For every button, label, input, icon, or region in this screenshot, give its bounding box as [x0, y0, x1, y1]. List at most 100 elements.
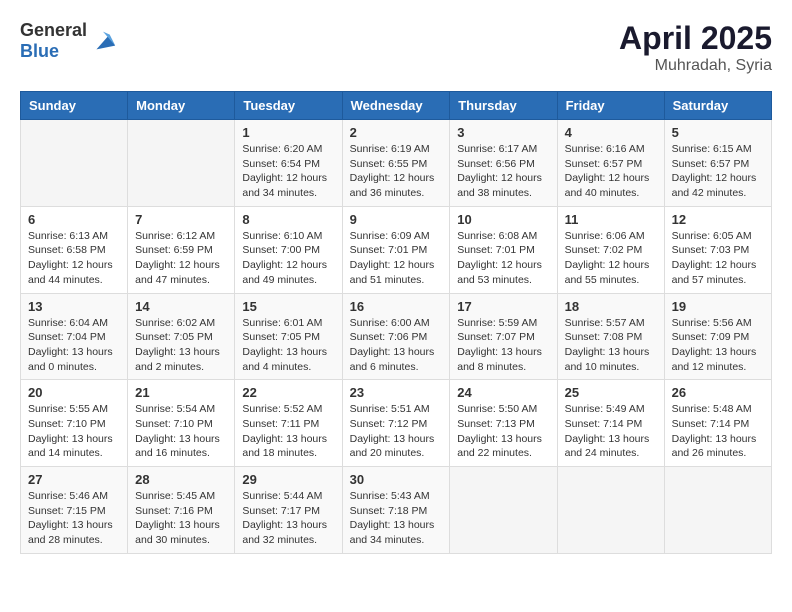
- calendar-cell: 17 Sunrise: 5:59 AM Sunset: 7:07 PM Dayli…: [450, 293, 557, 380]
- day-info: Sunrise: 5:59 AM Sunset: 7:07 PM Dayligh…: [457, 316, 549, 375]
- day-info: Sunrise: 6:19 AM Sunset: 6:55 PM Dayligh…: [350, 142, 443, 201]
- day-number: 29: [242, 472, 334, 487]
- calendar-cell: 26 Sunrise: 5:48 AM Sunset: 7:14 PM Dayli…: [664, 380, 771, 467]
- calendar-week-row: 6 Sunrise: 6:13 AM Sunset: 6:58 PM Daylig…: [21, 206, 772, 293]
- calendar-cell: 15 Sunrise: 6:01 AM Sunset: 7:05 PM Dayli…: [235, 293, 342, 380]
- calendar-cell: [21, 120, 128, 207]
- calendar-cell: 10 Sunrise: 6:08 AM Sunset: 7:01 PM Dayli…: [450, 206, 557, 293]
- day-number: 3: [457, 125, 549, 140]
- month-title: April 2025: [619, 20, 772, 57]
- location-title: Muhradah, Syria: [619, 57, 772, 75]
- day-number: 1: [242, 125, 334, 140]
- calendar-cell: [128, 120, 235, 207]
- day-info: Sunrise: 5:51 AM Sunset: 7:12 PM Dayligh…: [350, 402, 443, 461]
- day-info: Sunrise: 6:05 AM Sunset: 7:03 PM Dayligh…: [672, 229, 764, 288]
- day-info: Sunrise: 6:17 AM Sunset: 6:56 PM Dayligh…: [457, 142, 549, 201]
- day-info: Sunrise: 5:52 AM Sunset: 7:11 PM Dayligh…: [242, 402, 334, 461]
- calendar-cell: 16 Sunrise: 6:00 AM Sunset: 7:06 PM Dayli…: [342, 293, 450, 380]
- calendar-cell: 23Sunrise: 5:51 AM Sunset: 7:12 PM Dayli…: [342, 380, 450, 467]
- day-info: Sunrise: 5:48 AM Sunset: 7:14 PM Dayligh…: [672, 402, 764, 461]
- day-info: Sunrise: 5:43 AM Sunset: 7:18 PM Dayligh…: [350, 489, 443, 548]
- day-number: 27: [28, 472, 120, 487]
- calendar-table: SundayMondayTuesdayWednesdayThursdayFrid…: [20, 91, 772, 554]
- day-number: 12: [672, 212, 764, 227]
- calendar-cell: 9 Sunrise: 6:09 AM Sunset: 7:01 PM Daylig…: [342, 206, 450, 293]
- day-number: 9: [350, 212, 443, 227]
- day-number: 6: [28, 212, 120, 227]
- day-info: Sunrise: 5:57 AM Sunset: 7:08 PM Dayligh…: [565, 316, 657, 375]
- weekday-header-sunday: Sunday: [21, 92, 128, 120]
- weekday-header-friday: Friday: [557, 92, 664, 120]
- calendar-week-row: 13 Sunrise: 6:04 AM Sunset: 7:04 PM Dayli…: [21, 293, 772, 380]
- day-number: 21: [135, 385, 227, 400]
- calendar-cell: 11 Sunrise: 6:06 AM Sunset: 7:02 PM Dayli…: [557, 206, 664, 293]
- calendar-cell: 21 Sunrise: 5:54 AM Sunset: 7:10 PM Dayli…: [128, 380, 235, 467]
- page-header: General Blue April 2025 Muhradah, Syria: [20, 20, 772, 75]
- calendar-cell: 28Sunrise: 5:45 AM Sunset: 7:16 PM Dayli…: [128, 467, 235, 554]
- day-number: 28: [135, 472, 227, 487]
- day-info: Sunrise: 6:04 AM Sunset: 7:04 PM Dayligh…: [28, 316, 120, 375]
- day-info: Sunrise: 5:50 AM Sunset: 7:13 PM Dayligh…: [457, 402, 549, 461]
- calendar-cell: 8Sunrise: 6:10 AM Sunset: 7:00 PM Daylig…: [235, 206, 342, 293]
- weekday-header-tuesday: Tuesday: [235, 92, 342, 120]
- day-info: Sunrise: 5:55 AM Sunset: 7:10 PM Dayligh…: [28, 402, 120, 461]
- calendar-cell: 25 Sunrise: 5:49 AM Sunset: 7:14 PM Dayli…: [557, 380, 664, 467]
- day-info: Sunrise: 6:06 AM Sunset: 7:02 PM Dayligh…: [565, 229, 657, 288]
- calendar-cell: 4 Sunrise: 6:16 AM Sunset: 6:57 PM Daylig…: [557, 120, 664, 207]
- day-info: Sunrise: 6:00 AM Sunset: 7:06 PM Dayligh…: [350, 316, 443, 375]
- day-number: 4: [565, 125, 657, 140]
- calendar-cell: 24 Sunrise: 5:50 AM Sunset: 7:13 PM Dayli…: [450, 380, 557, 467]
- day-number: 30: [350, 472, 443, 487]
- calendar-cell: 13 Sunrise: 6:04 AM Sunset: 7:04 PM Dayli…: [21, 293, 128, 380]
- calendar-cell: 30 Sunrise: 5:43 AM Sunset: 7:18 PM Dayli…: [342, 467, 450, 554]
- calendar-cell: 7 Sunrise: 6:12 AM Sunset: 6:59 PM Daylig…: [128, 206, 235, 293]
- day-number: 19: [672, 299, 764, 314]
- logo-blue: Blue: [20, 41, 59, 61]
- day-info: Sunrise: 6:09 AM Sunset: 7:01 PM Dayligh…: [350, 229, 443, 288]
- day-info: Sunrise: 6:01 AM Sunset: 7:05 PM Dayligh…: [242, 316, 334, 375]
- day-number: 16: [350, 299, 443, 314]
- day-info: Sunrise: 5:46 AM Sunset: 7:15 PM Dayligh…: [28, 489, 120, 548]
- day-number: 14: [135, 299, 227, 314]
- day-info: Sunrise: 6:20 AM Sunset: 6:54 PM Dayligh…: [242, 142, 334, 201]
- day-number: 8: [242, 212, 334, 227]
- day-info: Sunrise: 6:12 AM Sunset: 6:59 PM Dayligh…: [135, 229, 227, 288]
- calendar-cell: [557, 467, 664, 554]
- day-number: 18: [565, 299, 657, 314]
- day-info: Sunrise: 5:49 AM Sunset: 7:14 PM Dayligh…: [565, 402, 657, 461]
- day-number: 13: [28, 299, 120, 314]
- day-number: 7: [135, 212, 227, 227]
- calendar-cell: [450, 467, 557, 554]
- weekday-header-wednesday: Wednesday: [342, 92, 450, 120]
- logo-text: General Blue: [20, 20, 87, 62]
- day-info: Sunrise: 6:02 AM Sunset: 7:05 PM Dayligh…: [135, 316, 227, 375]
- day-number: 11: [565, 212, 657, 227]
- day-number: 26: [672, 385, 764, 400]
- calendar-cell: 19 Sunrise: 5:56 AM Sunset: 7:09 PM Dayli…: [664, 293, 771, 380]
- day-info: Sunrise: 5:56 AM Sunset: 7:09 PM Dayligh…: [672, 316, 764, 375]
- day-number: 22: [242, 385, 334, 400]
- calendar-cell: 29Sunrise: 5:44 AM Sunset: 7:17 PM Dayli…: [235, 467, 342, 554]
- weekday-header-monday: Monday: [128, 92, 235, 120]
- calendar-week-row: 27 Sunrise: 5:46 AM Sunset: 7:15 PM Dayli…: [21, 467, 772, 554]
- weekday-header-row: SundayMondayTuesdayWednesdayThursdayFrid…: [21, 92, 772, 120]
- calendar-cell: 18 Sunrise: 5:57 AM Sunset: 7:08 PM Dayli…: [557, 293, 664, 380]
- calendar-cell: 3 Sunrise: 6:17 AM Sunset: 6:56 PM Daylig…: [450, 120, 557, 207]
- calendar-cell: 27 Sunrise: 5:46 AM Sunset: 7:15 PM Dayli…: [21, 467, 128, 554]
- day-number: 20: [28, 385, 120, 400]
- day-info: Sunrise: 6:13 AM Sunset: 6:58 PM Dayligh…: [28, 229, 120, 288]
- day-number: 25: [565, 385, 657, 400]
- day-number: 17: [457, 299, 549, 314]
- calendar-cell: 2Sunrise: 6:19 AM Sunset: 6:55 PM Daylig…: [342, 120, 450, 207]
- logo-general: General: [20, 20, 87, 40]
- day-number: 24: [457, 385, 549, 400]
- calendar-cell: 20 Sunrise: 5:55 AM Sunset: 7:10 PM Dayli…: [21, 380, 128, 467]
- day-info: Sunrise: 6:16 AM Sunset: 6:57 PM Dayligh…: [565, 142, 657, 201]
- day-number: 15: [242, 299, 334, 314]
- calendar-cell: 12 Sunrise: 6:05 AM Sunset: 7:03 PM Dayli…: [664, 206, 771, 293]
- day-number: 10: [457, 212, 549, 227]
- day-info: Sunrise: 5:54 AM Sunset: 7:10 PM Dayligh…: [135, 402, 227, 461]
- day-info: Sunrise: 6:08 AM Sunset: 7:01 PM Dayligh…: [457, 229, 549, 288]
- calendar-week-row: 20 Sunrise: 5:55 AM Sunset: 7:10 PM Dayli…: [21, 380, 772, 467]
- calendar-cell: 5Sunrise: 6:15 AM Sunset: 6:57 PM Daylig…: [664, 120, 771, 207]
